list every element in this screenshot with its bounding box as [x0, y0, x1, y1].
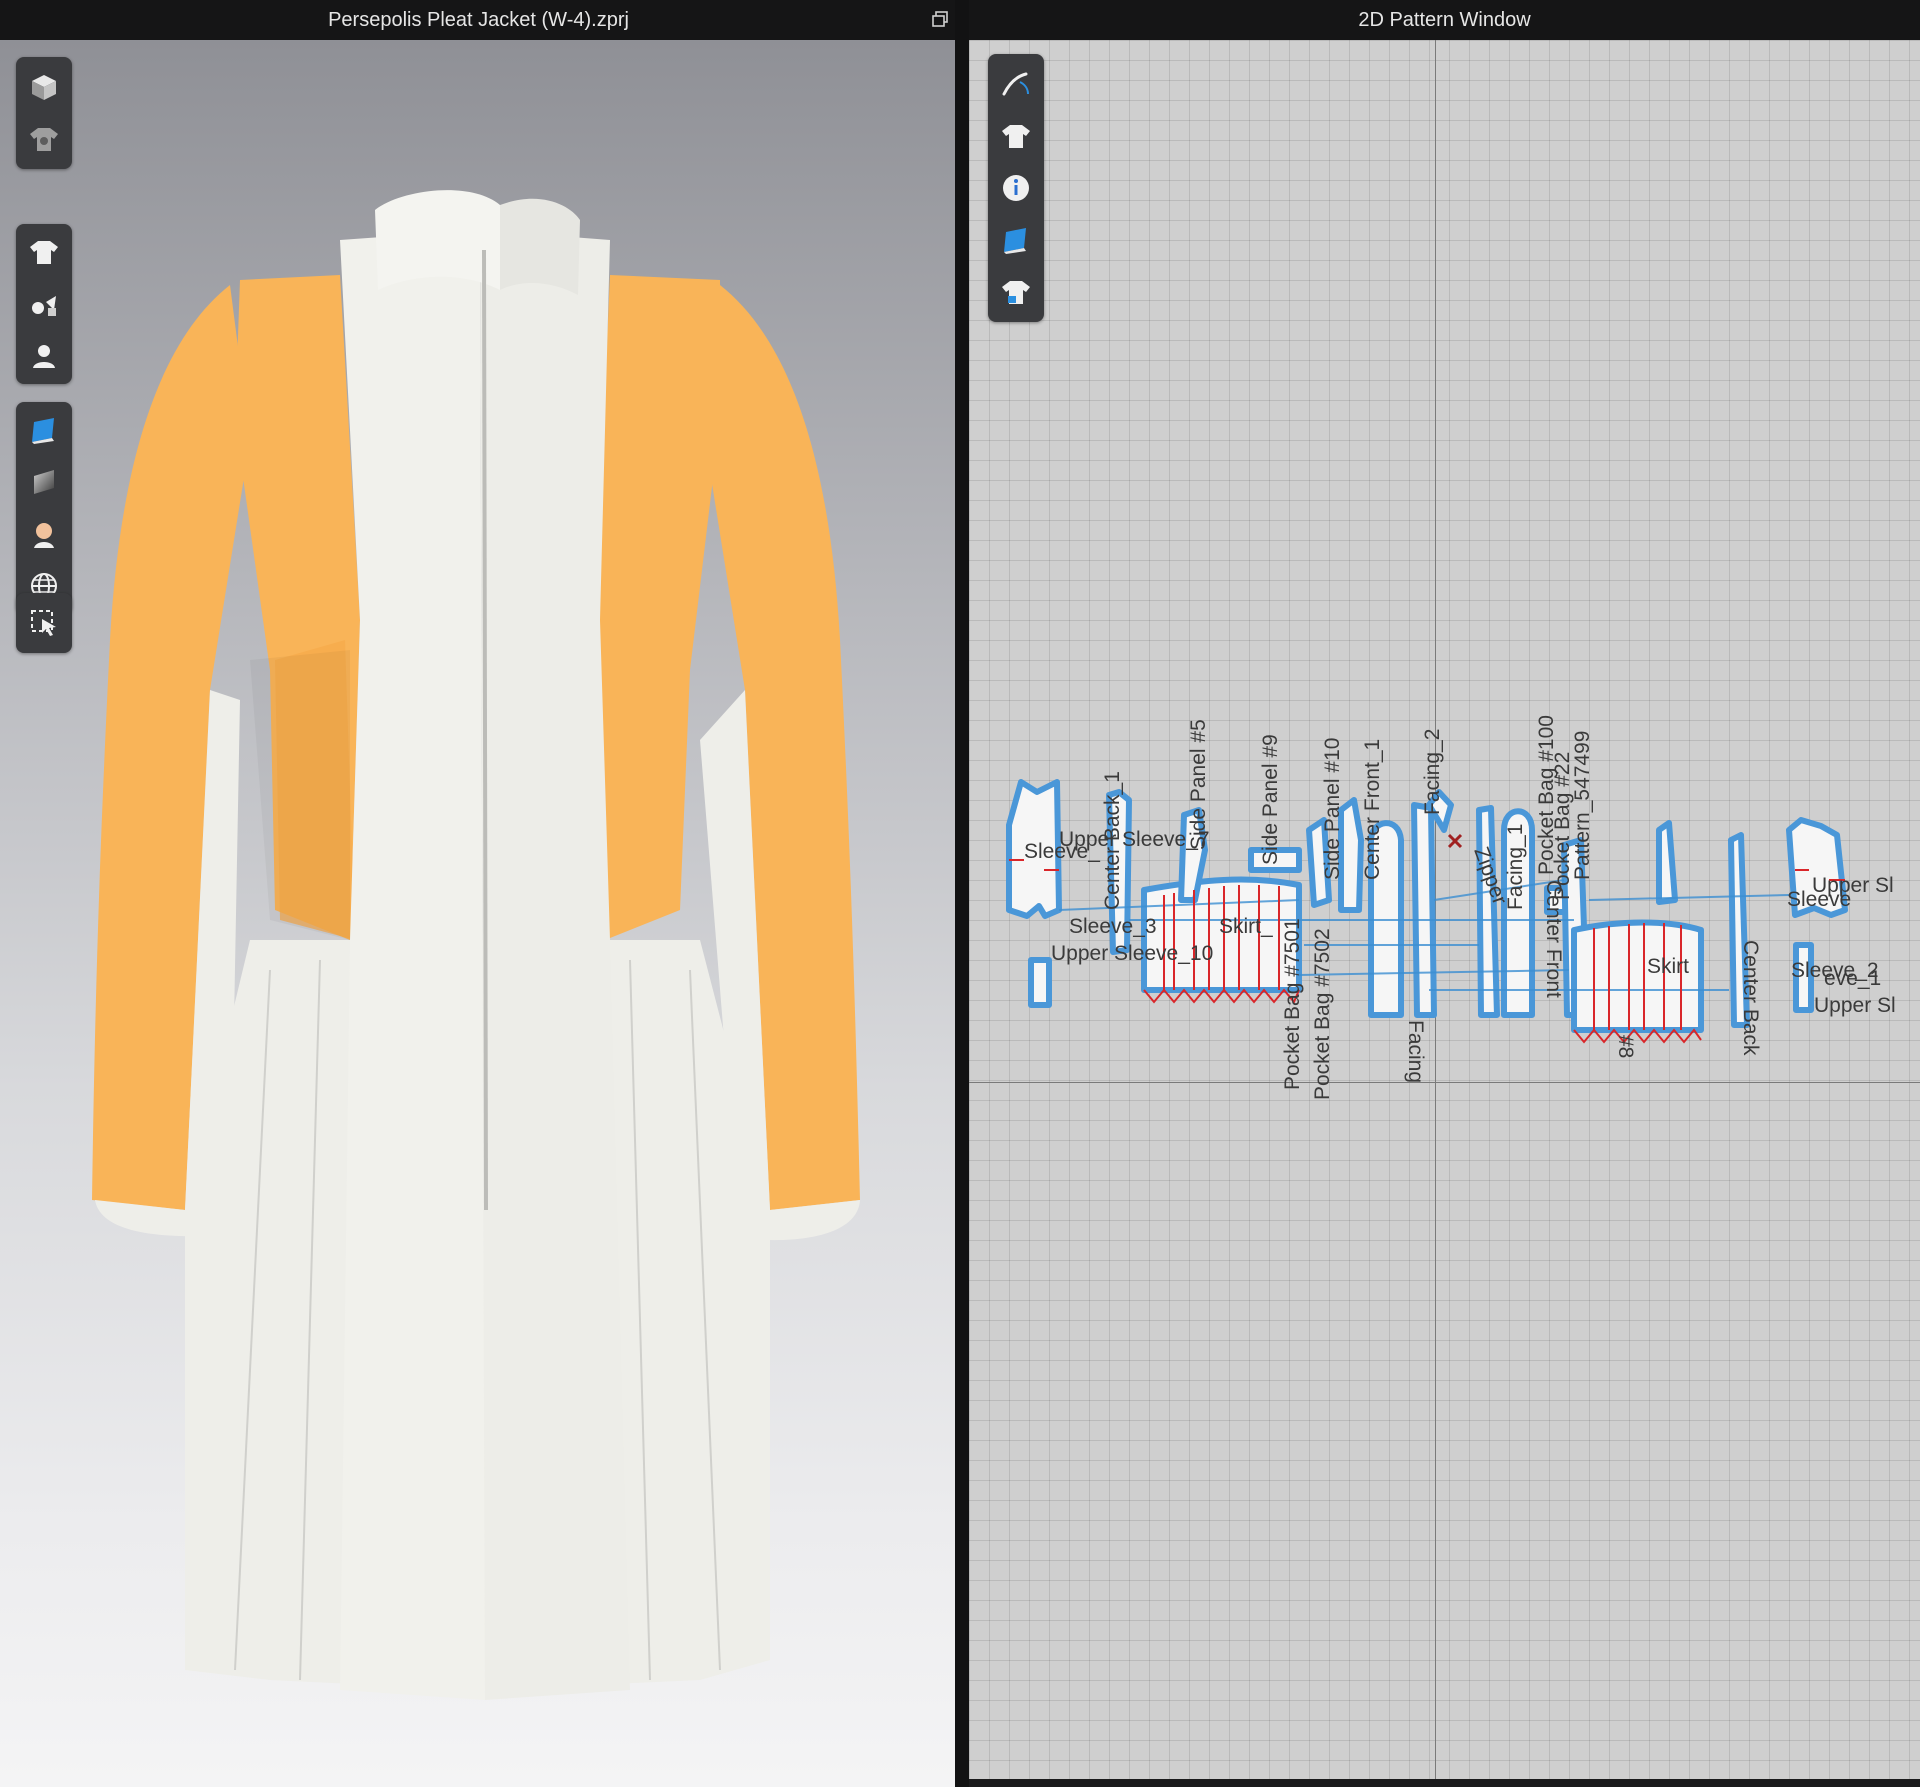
pattern-window-title-bar: 2D Pattern Window: [969, 0, 1920, 40]
label-number-8: #8: [1614, 1035, 1637, 1058]
label-upper-sleeve-right-2: Upper Sl: [1814, 994, 1896, 1017]
viewport-toolbar-group-3: [16, 402, 72, 614]
3d-cube-icon[interactable]: [21, 61, 67, 113]
info-icon[interactable]: [993, 162, 1039, 214]
label-side-panel-9: Side Panel #9: [1259, 734, 1282, 865]
label-skirt-right: Skirt: [1647, 955, 1689, 978]
pattern-toolbar: [988, 54, 1044, 322]
2d-pattern-canvas[interactable]: Center Back_1 Side Panel #5 Side Panel #…: [969, 40, 1920, 1787]
label-side-panel-10: Side Panel #10: [1321, 738, 1344, 880]
viewport-toolbar-group-1: [16, 57, 72, 169]
restore-window-icon[interactable]: [931, 10, 949, 28]
project-title: Persepolis Pleat Jacket (W-4).zprj: [328, 9, 629, 31]
window-splitter[interactable]: [955, 0, 969, 1787]
garment-3d-render: [92, 190, 860, 1700]
label-sleeve-1: eve_1: [1824, 967, 1881, 990]
viewport-toolbar-group-4: [16, 593, 72, 653]
label-facing-2: Facing_2: [1421, 729, 1444, 815]
avatar-user-icon[interactable]: [21, 330, 67, 382]
fabric-blue-icon[interactable]: [21, 404, 67, 456]
select-move-icon[interactable]: [21, 597, 67, 649]
label-facing-mid: Facing: [1404, 1020, 1427, 1083]
viewport-title-bar: Persepolis Pleat Jacket (W-4).zprj: [0, 0, 957, 40]
label-center-front-1: Center Front_1: [1361, 739, 1384, 880]
label-center-front: Center Front: [1542, 880, 1565, 998]
label-sleeve-3: Sleeve_3: [1069, 915, 1157, 938]
garment-shirt-settings-icon[interactable]: [21, 113, 67, 165]
garment-shirt-icon[interactable]: [993, 110, 1039, 162]
3d-viewport[interactable]: [0, 40, 955, 1787]
label-pattern-547499: Pattern_547499: [1571, 731, 1594, 880]
label-skirt-left: Skirt_: [1219, 915, 1273, 938]
bottom-border: [969, 1779, 1920, 1787]
garment-lock-icon[interactable]: [993, 266, 1039, 318]
needle-sewing-icon[interactable]: [993, 58, 1039, 110]
label-sleeve-left: Sleeve_: [1024, 840, 1100, 863]
trims-buttons-icon[interactable]: [21, 278, 67, 330]
label-upper-sleeve-10: Upper Sleeve_10: [1051, 942, 1213, 965]
pattern-window-title: 2D Pattern Window: [1358, 9, 1531, 31]
fabric-blue-icon[interactable]: [993, 214, 1039, 266]
label-sleeve-right: Sleeve: [1787, 888, 1851, 911]
pattern-pieces: Center Back_1 Side Panel #5 Side Panel #…: [1006, 715, 1896, 1100]
garment-shirt-icon[interactable]: [21, 226, 67, 278]
viewport-toolbar-group-2: [16, 224, 72, 384]
label-center-back: Center Back: [1739, 940, 1762, 1056]
avatar-skin-icon[interactable]: [21, 508, 67, 560]
texture-gradient-icon[interactable]: [21, 456, 67, 508]
label-pocket-bag-7501: Pocket Bag #7501: [1281, 918, 1304, 1090]
label-pocket-bag-7502: Pocket Bag #7502: [1311, 928, 1334, 1100]
